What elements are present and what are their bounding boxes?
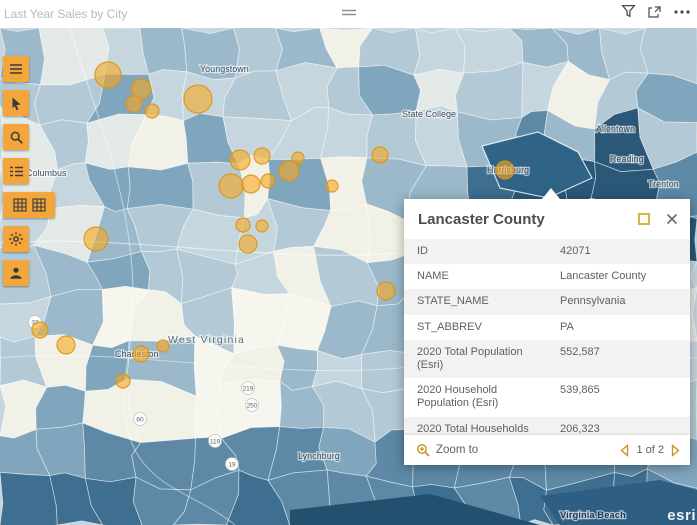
sales-bubble[interactable]	[218, 173, 244, 199]
popup-field-row: 2020 Household Population (Esri) 539,865	[404, 378, 690, 416]
locate-button[interactable]	[3, 260, 29, 286]
visual-header: Last Year Sales by City	[0, 0, 697, 28]
dock-icon[interactable]	[638, 213, 650, 225]
filter-icon[interactable]	[621, 4, 636, 19]
next-page-icon[interactable]	[671, 443, 680, 457]
svg-text:60: 60	[136, 416, 144, 423]
visual-header-icons	[621, 4, 691, 19]
map-label: Virginia Beach	[560, 510, 626, 521]
popup-field-row: ST_ABBREV PA	[404, 315, 690, 340]
route-shield: 60	[133, 412, 147, 426]
sales-bubble[interactable]	[260, 173, 276, 189]
field-value: Lancaster County	[560, 270, 647, 283]
prev-page-icon[interactable]	[620, 443, 629, 457]
sales-bubble[interactable]	[125, 95, 143, 113]
settings-button[interactable]	[3, 226, 29, 252]
sales-bubble[interactable]	[83, 226, 109, 252]
sales-bubble[interactable]	[132, 345, 150, 363]
field-label: ST_ABBREV	[417, 320, 482, 333]
popup-table: ID 42071 NAME Lancaster County STATE_NAME Pen…	[404, 239, 690, 435]
sales-bubble[interactable]	[156, 339, 170, 353]
visual-title: Last Year Sales by City	[4, 7, 128, 21]
field-label: STATE_NAME	[417, 295, 489, 308]
sales-bubble[interactable]	[183, 84, 213, 114]
popup-field-row: 2020 Total Households (Esri) 206,323	[404, 416, 690, 435]
legend-button[interactable]	[3, 158, 29, 184]
menu-button[interactable]	[3, 56, 29, 82]
field-value: 552,587	[560, 345, 600, 358]
field-value: Pennsylvania	[560, 295, 626, 308]
feature-popup: Lancaster County ID 42071 NAME Lancaster Co…	[404, 188, 690, 465]
sales-bubble[interactable]	[56, 335, 76, 355]
field-label: 2020 Total Households (Esri)	[417, 422, 529, 435]
field-value: 42071	[560, 245, 591, 257]
field-value: PA	[560, 320, 574, 333]
select-tool-button[interactable]	[3, 90, 29, 116]
field-label: 2020 Household Population (Esri)	[417, 384, 499, 410]
drag-handle-icon[interactable]	[340, 4, 358, 22]
popup-field-row: 2020 Total Population (Esri) 552,587	[404, 339, 690, 379]
basemap-button[interactable]	[3, 192, 55, 218]
sales-bubble[interactable]	[253, 147, 271, 165]
popup-field-row: NAME Lancaster County	[404, 264, 690, 289]
sales-bubble[interactable]	[229, 149, 251, 171]
field-label: 2020 Total Population (Esri)	[417, 345, 523, 371]
field-label: ID	[417, 245, 428, 257]
sales-bubble[interactable]	[238, 234, 258, 254]
sales-bubble[interactable]	[241, 174, 261, 194]
route-shield: 19	[225, 457, 239, 471]
map-visual: Last Year Sales by City 33 219 250 60 119 19 Y…	[0, 0, 697, 525]
sales-bubble[interactable]	[371, 146, 389, 164]
sales-bubble[interactable]	[376, 281, 396, 301]
map-label: Allentown	[596, 124, 635, 134]
popup-pointer	[542, 188, 560, 199]
route-shield: 219	[241, 381, 255, 395]
svg-text:119: 119	[210, 438, 221, 445]
svg-text:19: 19	[228, 461, 236, 468]
route-shield: 119	[208, 434, 222, 448]
sales-bubble[interactable]	[144, 103, 160, 119]
sales-bubble[interactable]	[115, 373, 131, 389]
map-toolbar	[3, 56, 55, 286]
sales-bubble[interactable]	[325, 179, 339, 193]
field-label: NAME	[417, 270, 449, 283]
zoom-to-button[interactable]: Zoom to	[436, 444, 478, 456]
esri-attribution: esri	[667, 507, 696, 524]
search-button[interactable]	[3, 124, 29, 150]
sales-bubble[interactable]	[31, 321, 49, 339]
sales-bubble[interactable]	[94, 61, 122, 89]
focus-mode-icon[interactable]	[647, 5, 662, 19]
map-label: West Virginia	[168, 334, 245, 346]
sales-bubble[interactable]	[235, 217, 251, 233]
page-indicator: 1 of 2	[636, 444, 664, 456]
popup-footer: Zoom to 1 of 2	[404, 435, 690, 465]
field-value: 206,323	[560, 422, 600, 435]
close-icon[interactable]	[666, 212, 678, 230]
map-label: Trenton	[648, 179, 679, 189]
map-label: Youngstown	[200, 64, 249, 74]
sales-bubble[interactable]	[255, 219, 269, 233]
route-shield: 250	[245, 398, 259, 412]
sales-bubble[interactable]	[495, 160, 515, 180]
svg-text:250: 250	[247, 402, 258, 409]
map-label: Reading	[610, 154, 644, 164]
zoom-to-icon[interactable]	[416, 443, 430, 457]
svg-text:219: 219	[243, 385, 254, 392]
more-options-icon[interactable]	[673, 9, 691, 15]
popup-field-row: STATE_NAME Pennsylvania	[404, 289, 690, 315]
popup-field-row: ID 42071	[404, 239, 690, 265]
map-label: Lynchburg	[298, 451, 340, 461]
popup-header: Lancaster County	[404, 199, 690, 239]
map-label: State College	[402, 109, 456, 119]
popup-title: Lancaster County	[418, 211, 545, 228]
sales-bubble[interactable]	[291, 151, 305, 165]
field-value: 539,865	[560, 384, 600, 397]
